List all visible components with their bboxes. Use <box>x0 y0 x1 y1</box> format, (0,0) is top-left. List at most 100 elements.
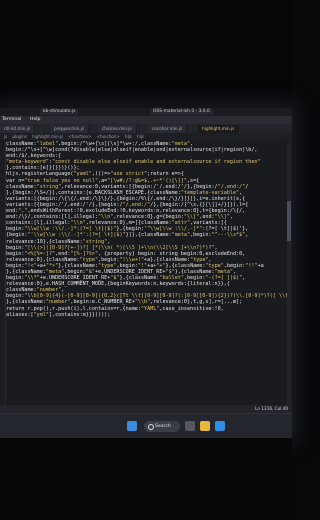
editor-tab[interactable]: choices.min.js <box>98 125 137 133</box>
window-tab[interactable]: kb-stimulate.js <box>40 109 79 115</box>
code-token: , <box>229 214 234 221</box>
code-token: "type" <box>205 262 224 269</box>
code-token: ,begin: <box>98 256 120 263</box>
code-token: , <box>61 287 65 294</box>
code-token: "\\]" <box>214 214 230 221</box>
code-token: "!" <box>137 262 148 269</box>
code-token: , <box>190 141 194 147</box>
window-title-bar: kb-stimulate.js OSS-material-ish-3 - 3.0… <box>0 108 292 116</box>
code-token: },{className: <box>6 268 46 275</box>
code-token: "!!" <box>245 262 258 269</box>
breadcrumb-item[interactable]: hljs <box>137 134 144 139</box>
monitor-screen: kb-stimulate.js OSS-material-ish-3 - 3.0… <box>0 108 292 438</box>
task-view-icon[interactable] <box>185 421 195 431</box>
code-token: "number" <box>36 287 62 294</box>
code-line: aliases:["yml"],contains:m}}})()); <box>6 312 288 318</box>
code-token: "-(?=[ ]|$)" <box>205 275 243 282</box>
code-token: begin: <box>6 262 25 269</box>
code-token: relevance:10},{className: <box>6 238 83 245</box>
editor-tab[interactable]: prepper.min.js <box>50 125 89 133</box>
code-token: },{begin:/\S+/}],contains:[e.BACKSLASH_E… <box>6 189 181 196</box>
code-token: "/,end:/" <box>122 201 151 208</box>
code-editor[interactable]: className:"label",begin:/^\w+[\s][\s]*\w… <box>6 141 288 405</box>
status-bar: Ln 1316, Col 40 <box>0 405 292 413</box>
breadcrumb-item[interactable]: hljs <box>125 134 132 139</box>
code-token: / <box>245 183 249 190</box>
code-token: },{className: <box>6 299 46 306</box>
code-token: "yml" <box>33 311 49 318</box>
file-explorer-icon[interactable] <box>200 421 210 431</box>
code-token: "!\\w+!" <box>119 256 145 263</box>
code-token: className: <box>6 287 37 294</box>
breadcrumb-item[interactable]: <function> <box>68 134 91 139</box>
code-token: "$" <box>165 268 175 275</box>
scrollbar-thumb[interactable] <box>287 201 291 241</box>
code-token: ],contains:m}}})()); <box>48 311 111 318</box>
windows-start-icon[interactable] <box>127 421 137 431</box>
vscode-icon[interactable] <box>215 421 225 431</box>
taskbar: Search <box>0 413 292 438</box>
code-token: var n= <box>6 177 25 184</box>
code-token: "\\w[\\w :\\/.-]*" <box>147 226 203 233</box>
editor-tab[interactable]: cocohor.min.js <box>148 125 188 133</box>
code-token: className: <box>6 141 37 147</box>
code-token: "meta" <box>171 232 191 239</box>
code-token: ,begin: <box>64 268 86 275</box>
code-token: begin: <box>6 275 25 282</box>
breadcrumb: js plugins highlight.min.js <function> <… <box>0 133 292 140</box>
code-token: , <box>232 268 237 275</box>
code-token: "/,end:/" <box>217 183 246 190</box>
code-token: +a <box>257 262 264 269</box>
code-token: "$" <box>110 275 120 282</box>
code-token: end:/$/,keywords:{ <box>6 153 62 160</box>
code-token: },{className: <box>165 262 206 269</box>
code-token: ,relevance:0,variants:[{begin:/'/,end:/'… <box>61 183 218 190</box>
code-token: },{begin:' <box>116 226 148 233</box>
breadcrumb-item[interactable]: highlight.min.js <box>32 134 63 139</box>
code-token: , <box>239 189 243 196</box>
editor-tab-active[interactable]: highlight.min.js <box>198 125 240 133</box>
menu-item-help[interactable]: Help <box>30 116 40 124</box>
code-token: "\\*" <box>24 275 40 282</box>
code-token: "*>" <box>45 262 59 269</box>
code-token: "meta" <box>214 268 233 275</box>
code-token: end:/\}/,contains:[l],illegal: <box>6 214 99 221</box>
code-token: "template-variable" <box>180 189 240 196</box>
code-token: "yaml" <box>73 171 92 178</box>
menu-item-terminal[interactable]: Terminal <box>2 116 21 124</box>
code-token: ;return e=>{ <box>147 171 184 178</box>
code-token: , <box>214 244 218 251</box>
code-token: "\\b[0-9]{4}(-[0-9][0-9]){0,2}([Tt \\t][… <box>24 293 288 300</box>
photo-background-bottom <box>0 438 292 520</box>
code-token: "&" <box>85 268 95 275</box>
breadcrumb-item[interactable]: <function> <box>97 134 120 139</box>
window-tab[interactable]: OSS-material-ish-3 - 3.0.0 <box>150 109 213 115</box>
code-token: "const disable else elseif enable and ex… <box>52 159 261 166</box>
code-token: variants:[{begin:/\{\{/,end:/\}\}/},{beg… <box>6 195 246 202</box>
code-token: ,relevance:0},t,g,s],r=[...m]; <box>150 299 243 306</box>
cursor-position[interactable]: Ln 1316, Col 40 <box>255 405 288 413</box>
code-token: ,case_insensitive:!0, <box>159 305 224 312</box>
code-token: , {property} begin: string begin:0,exclu… <box>98 250 246 257</box>
editor-tab[interactable]: ntl-kit.min.js <box>0 125 36 133</box>
taskbar-search[interactable]: Search <box>144 421 180 432</box>
editor-scrollbar[interactable] <box>287 141 291 405</box>
code-token: "number" <box>45 299 71 306</box>
code-token: "<%[%=-]?" <box>24 250 56 257</box>
breadcrumb-item[interactable]: plugins <box>12 134 26 139</box>
code-token: , <box>107 238 111 245</box>
code-token: begin: <box>6 293 25 300</box>
code-token: "string" <box>36 183 62 190</box>
code-token: ,relevance:0},m=[{className: <box>85 220 172 227</box>
code-token: "meta" <box>171 141 191 147</box>
code-token: },{className: <box>58 262 99 269</box>
code-token: "bullet" <box>159 275 184 282</box>
code-token: end: <box>6 208 19 215</box>
code-token: relevance:0},e.HASH_COMMENT_MODE,{beginK… <box>6 281 230 288</box>
breadcrumb-item[interactable]: js <box>4 134 7 139</box>
code-token: "[\\|>]([0-9]?[+-])?[ ]*(\\n( *)[\\S ]+\… <box>24 244 215 251</box>
code-token: "\\[" <box>183 214 200 221</box>
code-token: "attr" <box>171 220 191 227</box>
code-token: {begin: <box>6 232 28 239</box>
photo-background-top <box>0 0 292 108</box>
